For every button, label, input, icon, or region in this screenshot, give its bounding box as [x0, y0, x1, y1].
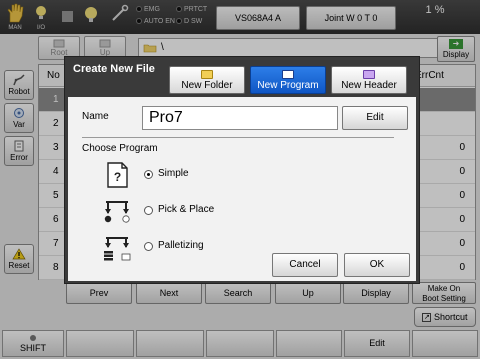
simple-option-label[interactable]: Simple — [158, 168, 189, 179]
pick-and-place-radio[interactable] — [144, 206, 153, 215]
folder-icon — [201, 70, 213, 79]
tab-new-program-label: New Program — [257, 80, 319, 91]
tab-new-header[interactable]: New Header — [331, 66, 407, 94]
simple-radio[interactable] — [144, 170, 153, 179]
dialog-title: Create New File — [73, 63, 155, 75]
palletizing-option-label[interactable]: Palletizing — [158, 240, 204, 251]
choose-program-label: Choose Program — [82, 143, 158, 154]
pick-and-place-option-label[interactable]: Pick & Place — [158, 204, 214, 215]
palletizing-radio[interactable] — [144, 242, 153, 251]
dialog-body: Name Pro7 Edit Choose Program ? Simple P… — [68, 97, 416, 281]
tab-new-program[interactable]: New Program — [250, 66, 326, 94]
program-file-icon — [282, 70, 294, 79]
svg-text:?: ? — [114, 170, 121, 184]
header-file-icon — [363, 70, 375, 79]
ok-button[interactable]: OK — [344, 253, 410, 277]
section-divider — [82, 137, 394, 138]
name-field[interactable]: Pro7 — [142, 106, 338, 130]
simple-program-icon: ? — [107, 162, 128, 188]
pick-and-place-icon — [104, 201, 130, 223]
create-new-file-dialog: Create New File New Folder New Program N… — [64, 56, 420, 284]
tab-new-folder-label: New Folder — [181, 80, 233, 91]
name-edit-button[interactable]: Edit — [342, 106, 408, 130]
tab-new-header-label: New Header — [341, 80, 397, 91]
cancel-button[interactable]: Cancel — [272, 253, 338, 277]
name-label: Name — [82, 111, 109, 122]
tab-new-folder[interactable]: New Folder — [169, 66, 245, 94]
palletizing-icon — [104, 237, 131, 261]
